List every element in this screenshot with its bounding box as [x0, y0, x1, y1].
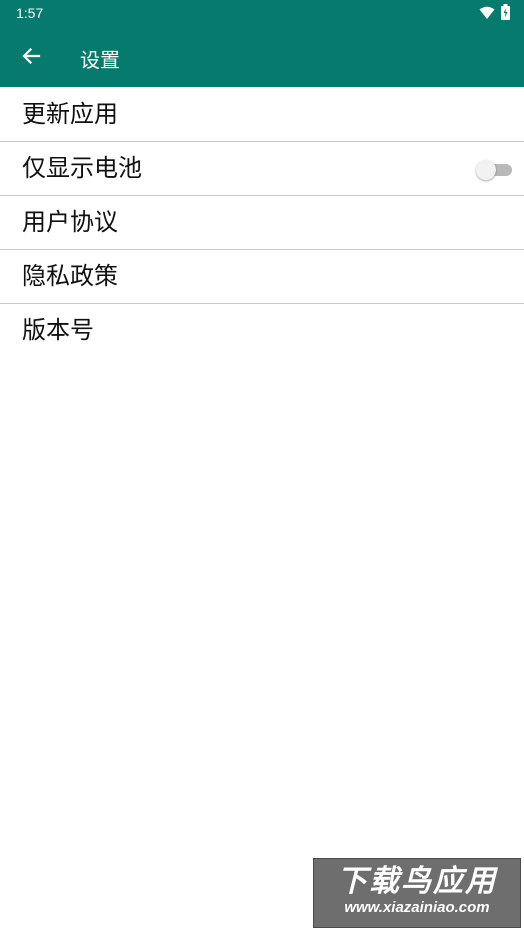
settings-item-label: 版本号 [22, 316, 94, 344]
wifi-icon [479, 5, 495, 24]
toggle-thumb [476, 160, 496, 180]
settings-item-label: 隐私政策 [22, 262, 118, 290]
back-button[interactable] [14, 41, 48, 75]
settings-item-version[interactable]: 版本号 [0, 304, 524, 357]
battery-icon [501, 4, 510, 24]
settings-item-user-agreement[interactable]: 用户协议 [0, 196, 524, 250]
page-title: 设置 [80, 48, 120, 72]
settings-item-battery-only[interactable]: 仅显示电池 [0, 142, 524, 196]
app-bar: 设置 [0, 28, 524, 87]
watermark-logo: 下载鸟应用 www.xiazainiao.com [313, 858, 521, 928]
battery-only-toggle[interactable] [476, 160, 512, 180]
status-bar: 1:57 [0, 0, 524, 28]
arrow-left-icon [21, 46, 41, 70]
status-time: 1:57 [16, 5, 44, 21]
settings-list: 更新应用 仅显示电池 用户协议 隐私政策 版本号 [0, 88, 524, 357]
settings-item-label: 仅显示电池 [22, 154, 142, 182]
status-icons [479, 4, 510, 24]
settings-item-label: 用户协议 [22, 208, 118, 236]
watermark-url: www.xiazainiao.com [344, 899, 490, 916]
settings-item-privacy-policy[interactable]: 隐私政策 [0, 250, 524, 304]
settings-item-label: 更新应用 [22, 100, 118, 128]
watermark-title: 下载鸟应用 [337, 864, 497, 899]
settings-item-update-app[interactable]: 更新应用 [0, 88, 524, 142]
